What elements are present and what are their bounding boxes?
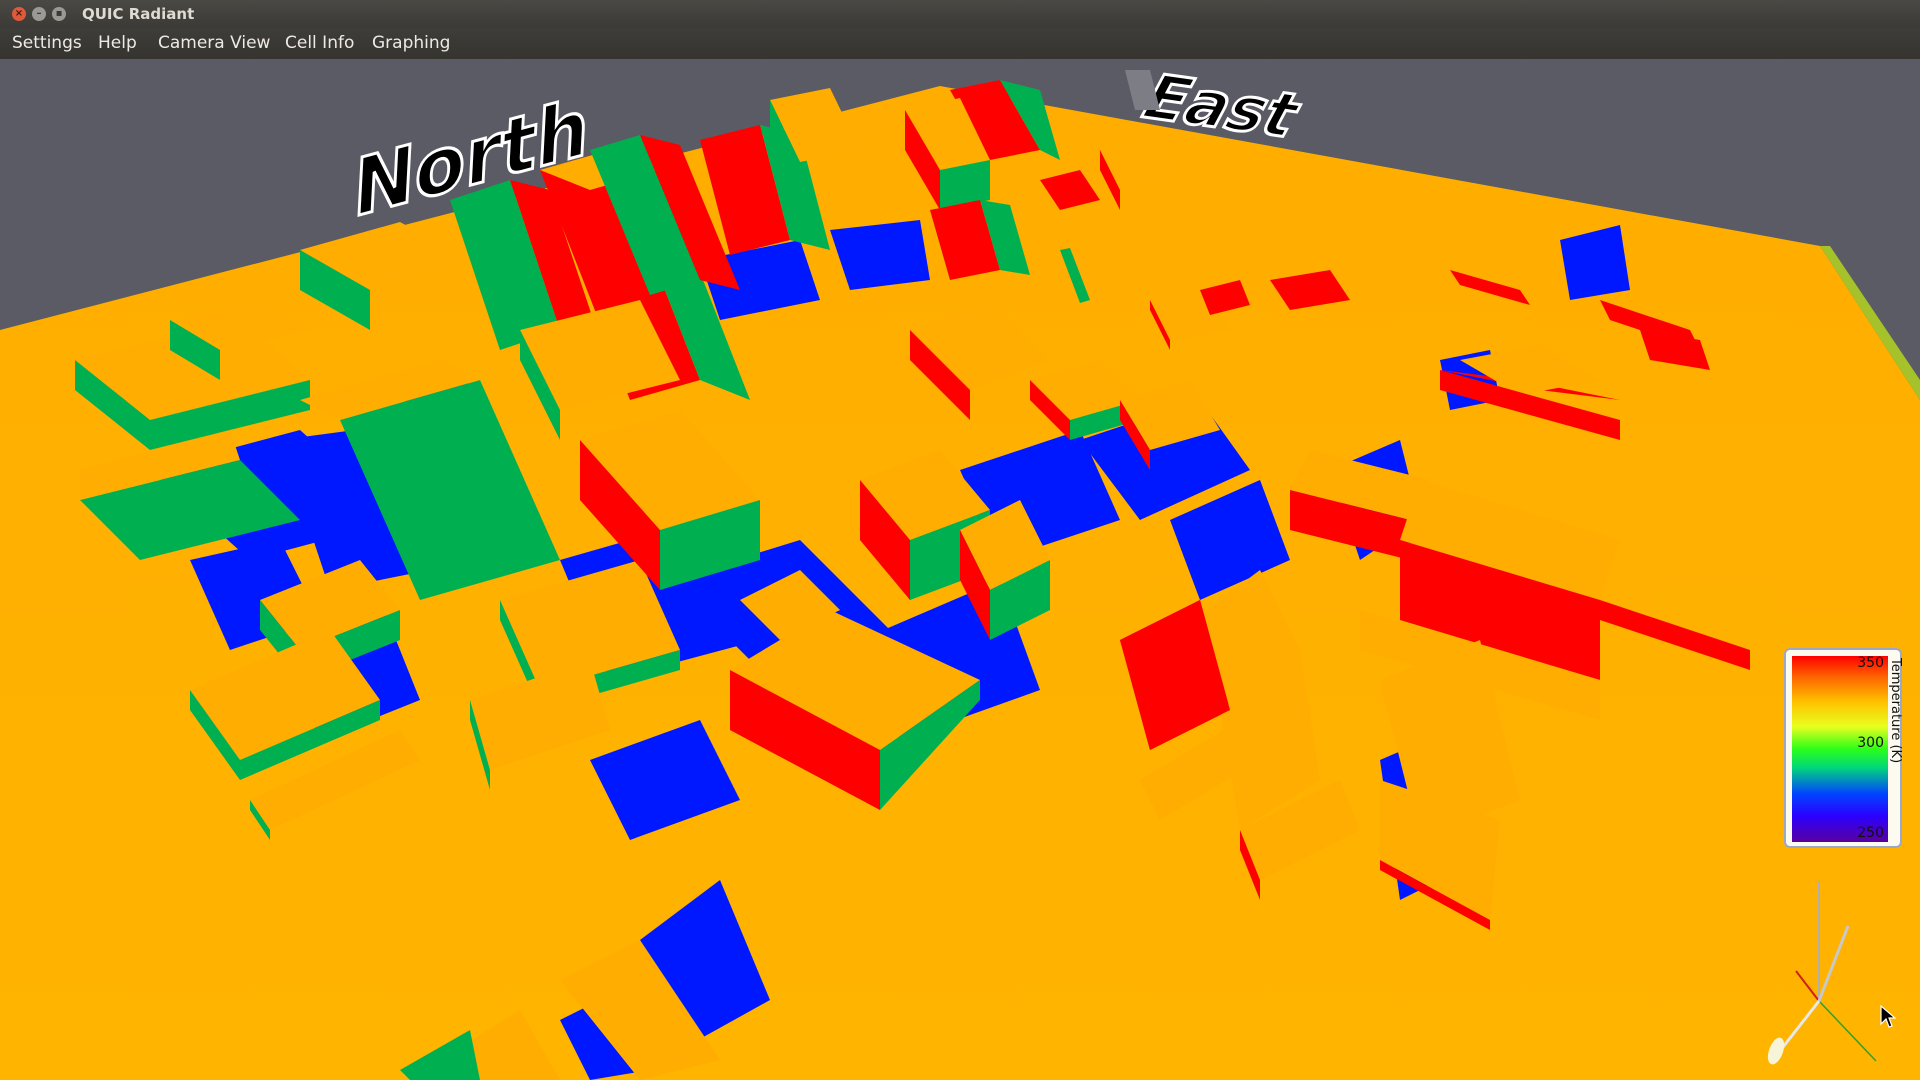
maximize-icon[interactable]: ▪ bbox=[52, 7, 66, 21]
minimize-icon[interactable]: – bbox=[32, 7, 46, 21]
city-temperature-scene[interactable]: North East bbox=[0, 59, 1920, 1080]
3d-viewport[interactable]: North East 350 300 250 Temperature (K) bbox=[0, 59, 1920, 1080]
legend-title: Temperature (K) bbox=[1888, 658, 1903, 764]
menu-graphing[interactable]: Graphing bbox=[370, 33, 452, 53]
menu-help[interactable]: Help bbox=[96, 33, 139, 53]
menu-settings[interactable]: Settings bbox=[10, 33, 84, 53]
axes-gizmo-icon[interactable] bbox=[1756, 876, 1886, 1066]
window-title: QUIC Radiant bbox=[82, 5, 195, 23]
menu-bar: Settings Help Camera View Cell Info Grap… bbox=[0, 28, 1920, 59]
close-icon[interactable]: × bbox=[12, 7, 26, 21]
temperature-legend: 350 300 250 Temperature (K) bbox=[1784, 648, 1903, 848]
menu-camera-view[interactable]: Camera View bbox=[156, 33, 272, 53]
legend-tick-min: 250 bbox=[1857, 825, 1884, 841]
legend-tick-max: 350 bbox=[1857, 655, 1884, 671]
application-window: × – ▪ QUIC Radiant Settings Help Camera … bbox=[0, 0, 1920, 1080]
title-bar[interactable]: × – ▪ QUIC Radiant bbox=[0, 0, 1920, 28]
legend-tick-mid: 300 bbox=[1857, 735, 1884, 751]
menu-cell-info[interactable]: Cell Info bbox=[283, 33, 356, 53]
mouse-pointer-icon bbox=[1880, 1005, 1896, 1028]
